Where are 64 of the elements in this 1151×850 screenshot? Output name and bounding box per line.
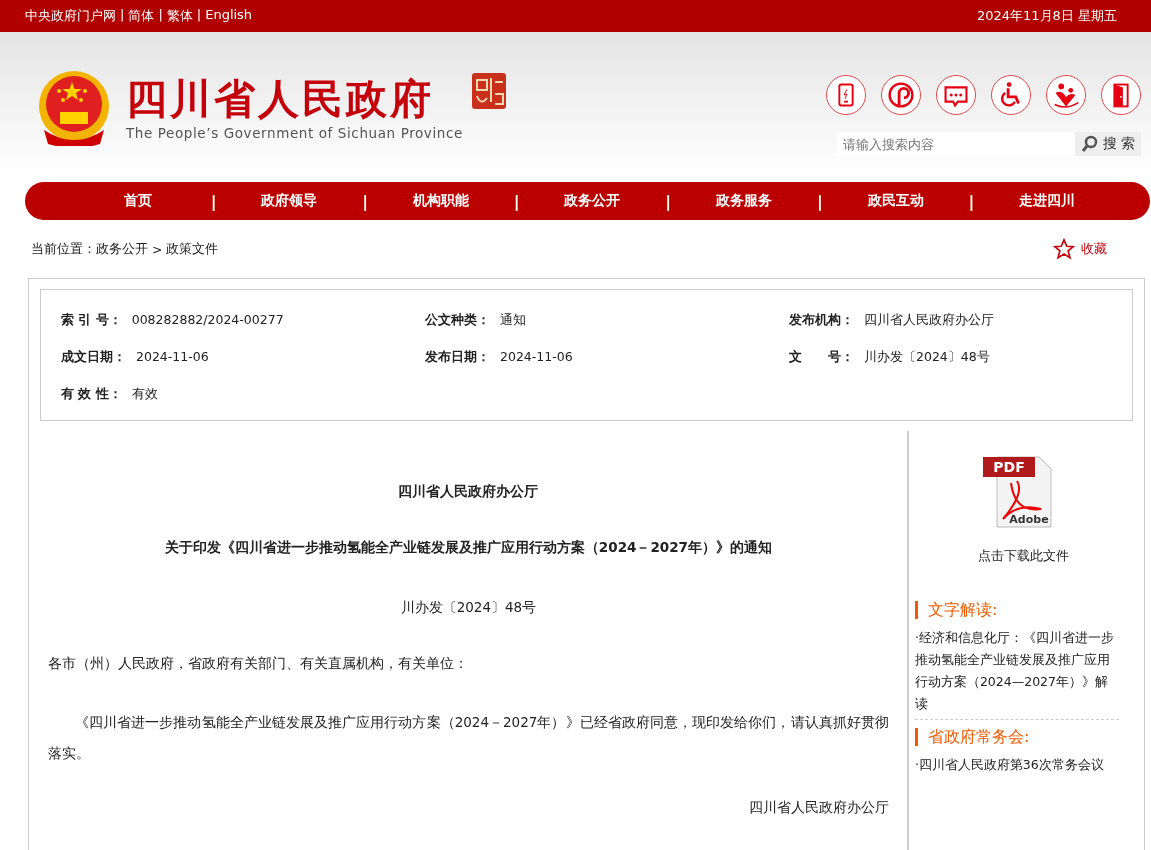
nav-separator: | — [362, 191, 369, 211]
favorite-button[interactable]: 收藏 — [1053, 238, 1107, 260]
field-label: 发布日期： — [425, 349, 490, 366]
field-label: 公文种类： — [425, 312, 490, 329]
breadcrumb-separator: > — [151, 241, 164, 257]
pin-icon[interactable] — [881, 75, 921, 115]
separator: | — [196, 7, 202, 24]
field-label: 成文日期： — [61, 349, 126, 366]
top-link[interactable]: English — [205, 7, 253, 25]
nav-separator: | — [665, 191, 672, 211]
search-field[interactable]: 请输入搜索内容 — [836, 132, 1075, 156]
field-label: 发布机构： — [789, 312, 854, 329]
nav-separator: | — [513, 191, 520, 211]
document-number: 川办发〔2024〕48号 — [399, 599, 538, 617]
related-link[interactable]: ·经济和信息化厅：《四川省进一步推动氢能全产业链发展及推广应用行动方案（2024—2027年）》解读 — [914, 627, 1119, 720]
field-value: 有效 — [131, 386, 158, 403]
nav-item[interactable]: 机构职能 — [368, 192, 514, 210]
document-issuer: 四川省人民政府办公厅 — [397, 483, 540, 501]
site-title: 四川省人民政府 — [126, 75, 435, 123]
separator: | — [120, 7, 125, 24]
field-label: 文 号： — [789, 349, 854, 366]
field-value: 2024-11-06 — [500, 349, 573, 366]
nav-item[interactable]: 政务服务 — [671, 192, 817, 210]
field-label: 索 引 号： — [61, 312, 122, 329]
top-link[interactable]: 简体 — [128, 7, 155, 25]
nav-item[interactable]: 政务公开 — [519, 192, 666, 210]
nav-item[interactable]: 政民互动 — [822, 192, 969, 210]
field-value: 2024-11-06 — [136, 349, 209, 366]
signature: 四川省人民政府办公厅 — [747, 799, 889, 817]
salutation: 各市（州）人民政府，省政府有关部门、有关直属机构，有关单位： — [48, 655, 469, 673]
document-title: 关于印发《四川省进一步推动氢能全产业链发展及推广应用行动方案（2024－2027年）》的通知 — [163, 539, 773, 557]
section-heading: 文字解读: — [914, 601, 1119, 619]
download-link[interactable]: 点击下载此文件 — [978, 547, 1070, 565]
field-value: 通知 — [500, 312, 526, 329]
search-icon — [1080, 135, 1099, 153]
related-link[interactable]: ·四川省人民政府第36次常务会议 — [914, 754, 1119, 780]
seal-icon — [470, 72, 507, 110]
nav-separator: | — [968, 191, 975, 211]
nav-item[interactable]: 走进四川 — [974, 192, 1120, 210]
care-icon[interactable] — [1046, 75, 1086, 115]
search-button[interactable]: 搜 索 — [1074, 132, 1141, 156]
breadcrumb-label: 当前位置： — [31, 240, 96, 258]
top-link[interactable]: 繁体 — [166, 7, 193, 25]
door-icon[interactable] — [1101, 75, 1141, 115]
nav-item[interactable]: 政府领导 — [216, 192, 363, 210]
wheelchair-icon[interactable] — [991, 75, 1031, 115]
date: 2024年11月8日 星期五 — [976, 7, 1117, 25]
nav-item[interactable]: 首页 — [65, 192, 211, 210]
section-heading: 省政府常务会: — [914, 728, 1119, 746]
breadcrumb-link[interactable]: 政策文件 — [166, 240, 219, 258]
field-value: 川办发〔2024〕48号 — [864, 349, 990, 366]
field-value: 四川省人民政府办公厅 — [864, 312, 994, 329]
nav-separator: | — [210, 191, 217, 211]
nav-separator: | — [816, 191, 823, 211]
phone-icon[interactable] — [826, 75, 866, 115]
chat-icon[interactable] — [936, 75, 976, 115]
top-link[interactable]: 中央政府门户网 — [25, 7, 116, 25]
national-emblem-icon — [36, 70, 112, 146]
field-label: 有 效 性： — [61, 386, 122, 403]
site-subtitle: The People’s Government of Sichuan Province — [126, 125, 463, 141]
breadcrumb-link[interactable]: 政务公开 — [96, 240, 148, 258]
paragraph: 《四川省进一步推动氢能全产业链发展及推广应用行动方案（2024－2027年）》已经省政府同意，现印发给你们，请认真抓好贯彻落实。 — [48, 713, 889, 763]
separator: | — [158, 7, 163, 24]
field-value: 008282882/2024-00277 — [131, 312, 284, 329]
